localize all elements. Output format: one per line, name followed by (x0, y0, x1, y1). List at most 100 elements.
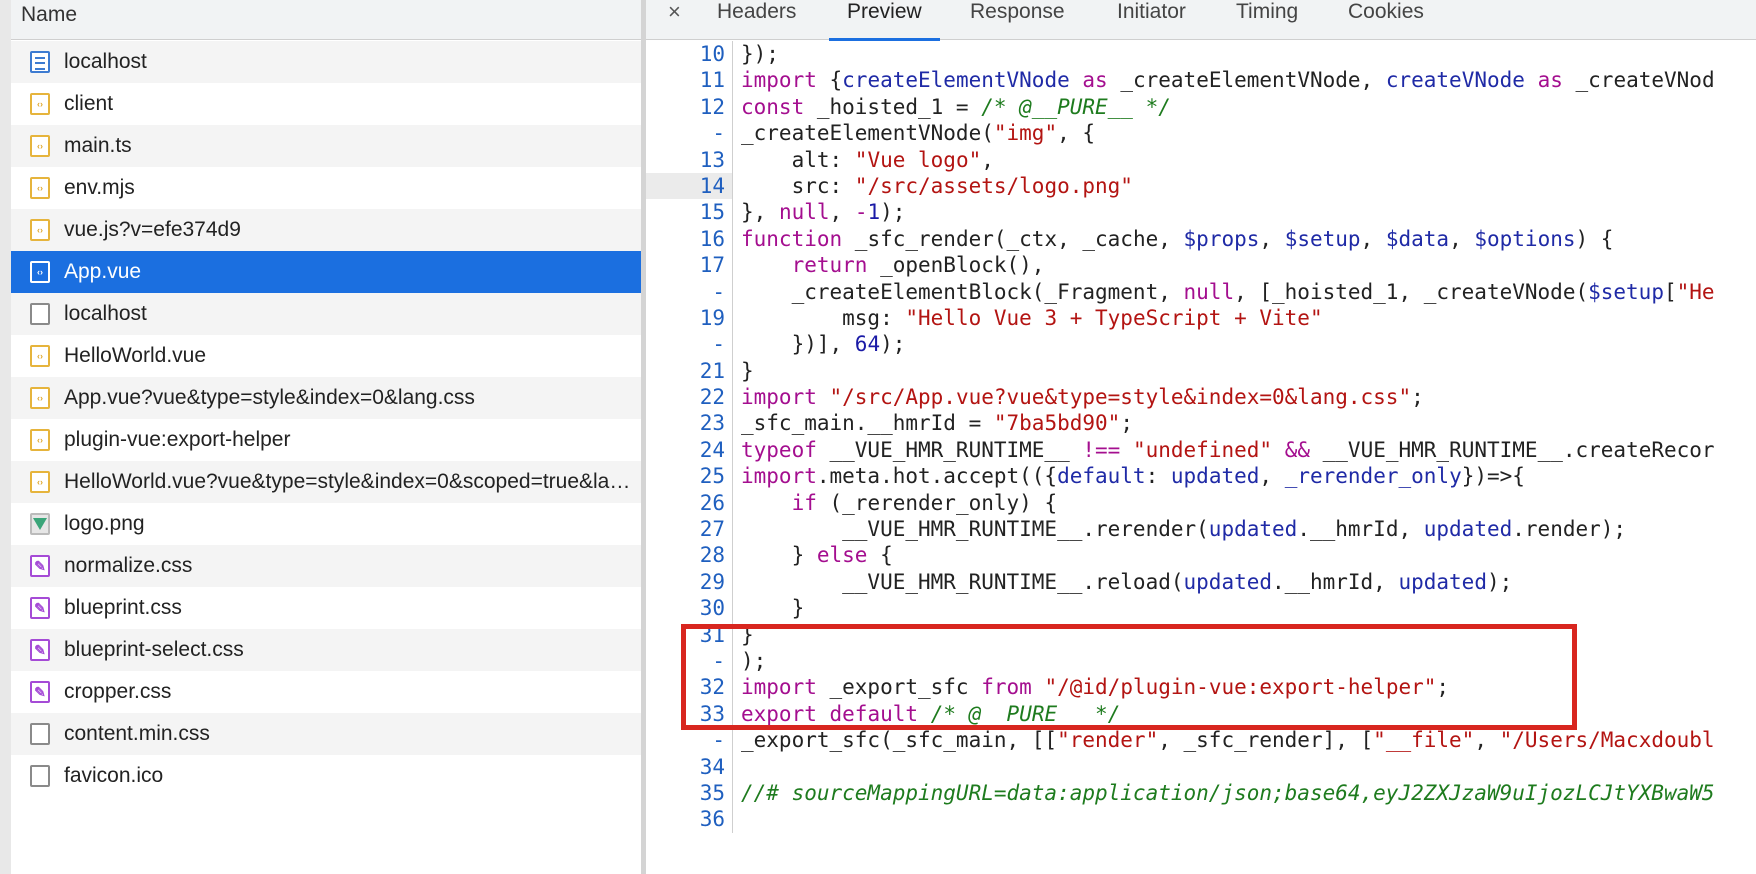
tab-headers[interactable]: Headers (717, 0, 796, 40)
code-text: _createElementVNode("img", { (733, 120, 1095, 146)
request-row[interactable]: ‹› vue.js?v=efe374d9 (11, 209, 641, 251)
tab-preview[interactable]: Preview (829, 0, 940, 41)
close-icon[interactable]: × (668, 0, 681, 24)
request-row[interactable]: ✎ cropper.css (11, 671, 641, 713)
code-token: null (778, 200, 830, 225)
request-row[interactable]: ‹› env.mjs (11, 167, 641, 209)
code-text: import {createElementVNode as _createEle… (733, 67, 1715, 93)
line-number[interactable]: 33 (646, 700, 733, 728)
line-number[interactable]: 36 (646, 806, 733, 833)
request-row[interactable]: ‹› client (11, 83, 641, 125)
tab-response[interactable]: Response (970, 0, 1065, 40)
request-row[interactable]: ✎ blueprint.css (11, 587, 641, 629)
code-preview[interactable]: 10}); 11 import {createElementVNode as _cr… (646, 41, 1756, 874)
line-number[interactable]: 13 (646, 146, 733, 173)
request-row[interactable]: ‹› App.vue (11, 251, 641, 293)
line-number[interactable]: 31 (646, 621, 733, 648)
code-text: _createElementBlock(_Fragment, null, [_h… (733, 279, 1715, 305)
code-token: _sfc_main.__hmrId = (741, 411, 994, 436)
line-number[interactable]: 19 (646, 304, 733, 332)
script-icon: ‹› (30, 177, 50, 199)
line-number[interactable]: 27 (646, 516, 733, 543)
request-row[interactable]: ‹› HelloWorld.vue (11, 335, 641, 377)
line-number[interactable]: 32 (646, 674, 733, 701)
code-token: default (1057, 464, 1146, 489)
code-token: !== (1082, 437, 1121, 462)
tab-initiator[interactable]: Initiator (1117, 0, 1186, 40)
code-line: 30 } (646, 595, 1756, 622)
request-row[interactable]: favicon.ico (11, 755, 641, 797)
line-number[interactable]: 10 (646, 41, 733, 68)
code-token: $data (1385, 226, 1450, 251)
code-token: _createElementVNode( (741, 121, 994, 146)
request-row[interactable]: localhost (11, 41, 641, 83)
request-row[interactable]: ‹› main.ts (11, 125, 641, 167)
line-number[interactable]: - (646, 120, 733, 147)
code-token: , (1259, 226, 1285, 251)
code-text: alt: "Vue logo", (733, 147, 994, 173)
line-number[interactable]: 29 (646, 568, 733, 596)
code-text: import "/src/App.vue?vue&type=style&inde… (733, 384, 1424, 410)
request-name: HelloWorld.vue?vue&type=style&index=0&sc… (64, 470, 641, 493)
name-column-header[interactable]: Name (11, 0, 641, 40)
code-token: { (816, 68, 843, 93)
code-token: $setup (1588, 279, 1664, 304)
line-number[interactable]: 22 (646, 384, 733, 411)
line-number[interactable]: 12 (646, 93, 733, 121)
line-number[interactable]: 30 (646, 595, 733, 622)
line-number[interactable]: 14 (646, 172, 733, 200)
line-number[interactable]: - (646, 727, 733, 754)
code-text: typeof __VUE_HMR_RUNTIME__ !== "undefine… (733, 437, 1715, 463)
line-number[interactable]: - (646, 331, 733, 358)
tab-timing[interactable]: Timing (1236, 0, 1298, 40)
line-number[interactable]: 21 (646, 357, 733, 385)
line-number[interactable]: 23 (646, 410, 733, 437)
code-line: 32 import _export_sfc from "/@id/plugin-v… (646, 674, 1756, 701)
code-token: "/@id/plugin-vue:export-helper" (1044, 675, 1437, 700)
code-token: "Vue logo" (854, 147, 982, 172)
code-token: "Hello Vue 3 + TypeScript + Vite" (905, 305, 1323, 330)
code-token: 64 (854, 332, 881, 357)
request-row[interactable]: ‹› HelloWorld.vue?vue&type=style&index=0&… (11, 461, 641, 503)
line-number[interactable]: 28 (646, 542, 733, 569)
stylesheet-icon: ✎ (30, 597, 50, 619)
request-row[interactable]: ✎ blueprint-select.css (11, 629, 641, 671)
code-line: 34 (646, 753, 1756, 780)
code-token: } (741, 622, 754, 647)
request-name: favicon.ico (64, 764, 164, 787)
line-number[interactable]: 24 (646, 436, 733, 464)
script-icon: ‹› (30, 93, 50, 115)
code-text: })], 64); (733, 331, 906, 357)
line-number[interactable]: 26 (646, 489, 733, 517)
code-text: import.meta.hot.accept(({default: update… (733, 463, 1525, 489)
request-row[interactable]: content.min.css (11, 713, 641, 755)
code-line: 29 __VUE_HMR_RUNTIME__.reload(updated.__… (646, 568, 1756, 596)
request-row[interactable]: ‹› plugin-vue:export-helper (11, 419, 641, 461)
request-row[interactable]: ‹› App.vue?vue&type=style&index=0&lang.cs… (11, 377, 641, 419)
code-token: })], (741, 332, 855, 357)
line-number[interactable]: 25 (646, 463, 733, 490)
line-number[interactable]: 15 (646, 199, 733, 226)
code-token: { (867, 543, 893, 568)
code-text: if (_rerender_only) { (733, 490, 1058, 516)
line-number[interactable]: 35 (646, 779, 733, 807)
tab-cookies[interactable]: Cookies (1348, 0, 1424, 40)
request-row[interactable]: localhost (11, 293, 641, 335)
line-number[interactable]: 11 (646, 67, 733, 94)
request-name: logo.png (64, 512, 145, 535)
code-line: 16 function _sfc_render(_ctx, _cache, $pr… (646, 225, 1756, 253)
line-number[interactable]: 17 (646, 252, 733, 279)
line-number[interactable]: - (646, 647, 733, 675)
line-number[interactable]: 34 (646, 753, 733, 780)
detail-tabs: × Headers Preview Response Initiator Tim… (646, 0, 1756, 41)
code-text: msg: "Hello Vue 3 + TypeScript + Vite" (733, 305, 1323, 331)
request-row[interactable]: ✎ normalize.css (11, 545, 641, 587)
code-token: "7ba5bd90" (993, 411, 1121, 436)
line-number[interactable]: - (646, 278, 733, 305)
line-number[interactable]: 16 (646, 225, 733, 253)
code-text: }); (733, 41, 779, 67)
request-row[interactable]: logo.png (11, 503, 641, 545)
code-text: _export_sfc(_sfc_main, [["render", _sfc_… (733, 727, 1715, 753)
